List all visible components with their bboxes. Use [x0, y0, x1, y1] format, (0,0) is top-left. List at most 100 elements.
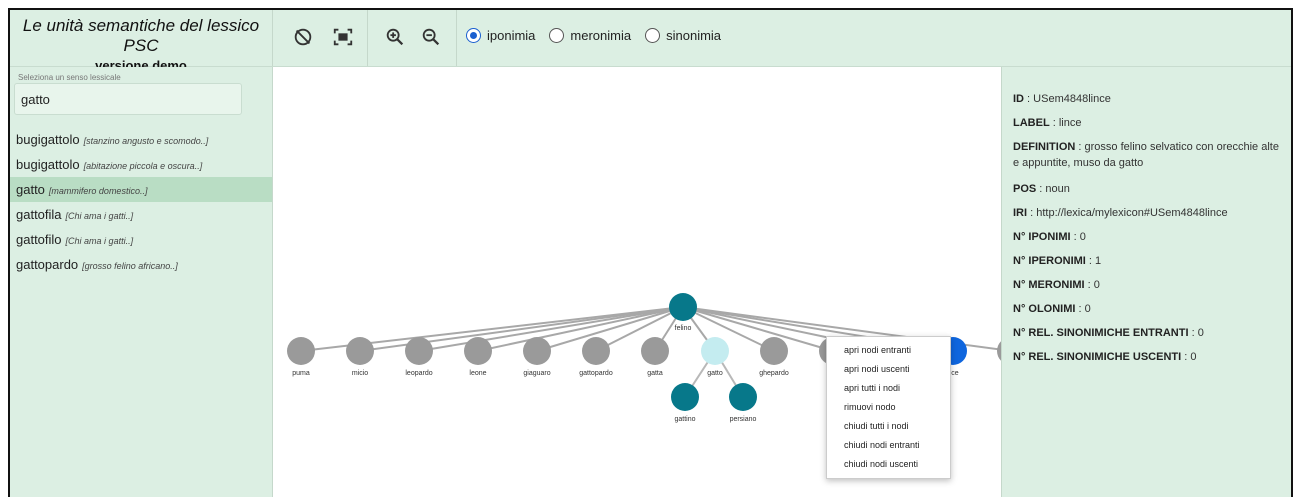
context-menu-item[interactable]: chiudi nodi entranti [827, 436, 950, 455]
detail-separator: : [1024, 93, 1034, 105]
graph-node-label: gatta [647, 370, 663, 377]
graph-node-label: micio [352, 370, 368, 377]
context-menu-item[interactable]: rimuovi nodo [827, 398, 950, 417]
detail-value: noun [1045, 183, 1070, 195]
sense-item[interactable]: gatto [mammifero domestico..] [10, 177, 272, 202]
detail-value: 0 [1197, 327, 1204, 339]
search-label: Seleziona un senso lessicale [18, 73, 121, 82]
detail-row: IRI : http://lexica/mylexicon#USem4848li… [1013, 205, 1283, 221]
toolbar-divider [456, 10, 457, 66]
graph-node-label: felino [675, 325, 692, 332]
context-menu-item[interactable]: apri nodi uscenti [827, 360, 950, 379]
detail-separator: : [1181, 351, 1191, 363]
graph-node[interactable] [641, 337, 669, 365]
graph-node-label: persiano [730, 416, 757, 423]
sense-panel: Seleziona un senso lessicale gatto bugig… [10, 67, 273, 497]
graph-node[interactable] [760, 337, 788, 365]
radio-label: sinonimia [666, 28, 722, 43]
detail-key: N° IPONIMI [1013, 231, 1071, 243]
graph-node-label: gattino [674, 416, 695, 423]
detail-row: N° REL. SINONIMICHE ENTRANTI : 0 [1013, 325, 1283, 341]
detail-key: POS [1013, 183, 1037, 195]
detail-row: DEFINITION : grosso felino selvatico con… [1013, 139, 1283, 171]
detail-value: 0 [1084, 303, 1091, 315]
graph-node-label: puma [292, 370, 310, 377]
detail-key: ID [1013, 93, 1024, 105]
sense-item[interactable]: gattofila [Chi ama i gatti..] [10, 202, 272, 227]
detail-separator: : [1070, 231, 1080, 243]
radio-iponimia[interactable]: iponimia [466, 28, 535, 43]
graph-node[interactable] [701, 337, 729, 365]
detail-row: N° IPERONIMI : 1 [1013, 253, 1283, 269]
graph-node-felino[interactable] [669, 293, 697, 321]
fit-screen-button[interactable] [326, 20, 360, 54]
toolbar-divider [367, 10, 368, 66]
toolbar: Le unità semantiche del lessico PSC vers… [10, 10, 1291, 73]
context-menu-item[interactable]: apri tutti i nodi [827, 379, 950, 398]
reset-icon [294, 28, 312, 46]
detail-value: 0 [1079, 231, 1086, 243]
detail-row: POS : noun [1013, 181, 1283, 197]
radio-button[interactable] [645, 28, 661, 43]
sense-lemma: gattofilo [16, 232, 62, 247]
graph-node[interactable] [671, 383, 699, 411]
sense-item[interactable]: gattofilo [Chi ama i gatti..] [10, 227, 272, 252]
detail-separator: : [1027, 207, 1037, 219]
detail-separator: : [1049, 117, 1059, 129]
detail-value: 0 [1190, 351, 1197, 363]
detail-separator: : [1075, 303, 1085, 315]
zoom-out-button[interactable] [414, 20, 448, 54]
graph-node-label: giaguaro [523, 370, 550, 377]
radio-sinonimia[interactable]: sinonimia [645, 28, 721, 43]
radio-label: meronimia [570, 28, 632, 43]
graph-node[interactable] [464, 337, 492, 365]
sense-item[interactable]: bugigattolo [stanzino angusto e scomodo..… [10, 127, 272, 152]
sense-search-input[interactable]: gatto [14, 83, 242, 115]
detail-separator: : [1188, 327, 1198, 339]
zoom-in-button[interactable] [378, 20, 412, 54]
sense-gloss: [grosso felino africano..] [82, 261, 178, 271]
radio-button[interactable] [549, 28, 565, 43]
detail-key: N° MERONIMI [1013, 279, 1085, 291]
detail-value: http://lexica/mylexicon#USem4848lince [1036, 207, 1228, 219]
graph-node[interactable] [346, 337, 374, 365]
sense-list: bugigattolo [stanzino angusto e scomodo..… [10, 127, 272, 277]
sense-item[interactable]: gattopardo [grosso felino africano..] [10, 252, 272, 277]
detail-separator: : [1084, 279, 1094, 291]
context-menu: apri nodi entranti apri nodi uscenti apri … [826, 336, 951, 479]
detail-row: ID : USem4848lince [1013, 91, 1283, 107]
sense-item[interactable]: bugigattolo [abitazione piccola e oscura.… [10, 152, 272, 177]
detail-separator: : [1075, 141, 1085, 153]
graph-node-label: gattopardo [579, 370, 613, 377]
context-menu-item[interactable]: chiudi tutti i nodi [827, 417, 950, 436]
graph-node-label: leopardo [405, 370, 432, 377]
graph-node[interactable] [287, 337, 315, 365]
fit-screen-icon [333, 28, 353, 46]
detail-row: N° REL. SINONIMICHE USCENTI : 0 [1013, 349, 1283, 365]
graph-node-label: gatto [707, 370, 723, 377]
reset-button[interactable] [286, 20, 320, 54]
context-menu-item[interactable]: apri nodi entranti [827, 341, 950, 360]
detail-row: N° IPONIMI : 0 [1013, 229, 1283, 245]
graph-node[interactable] [405, 337, 433, 365]
radio-button-checked[interactable] [466, 28, 481, 43]
graph-node[interactable] [523, 337, 551, 365]
radio-meronimia[interactable]: meronimia [549, 28, 631, 43]
sense-gloss: [Chi ama i gatti..] [65, 236, 134, 246]
detail-row: N° OLONIMI : 0 [1013, 301, 1283, 317]
sense-lemma: gattopardo [16, 257, 79, 272]
sense-gloss: [stanzino angusto e scomodo..] [83, 136, 209, 146]
graph-node[interactable] [729, 383, 757, 411]
radio-label: iponimia [487, 28, 536, 43]
detail-row: LABEL : lince [1013, 115, 1283, 131]
graph-node[interactable] [582, 337, 610, 365]
graph-canvas[interactable]: felino puma micio leopardo leone giaguaro gatt… [273, 67, 1001, 497]
detail-value: lince [1058, 117, 1082, 129]
app-title-block: Le unità semantiche del lessico PSC vers… [10, 10, 273, 73]
detail-key: N° OLONIMI [1013, 303, 1076, 315]
detail-value: USem4848lince [1033, 93, 1111, 105]
graph-node-label: leone [469, 370, 486, 377]
context-menu-item[interactable]: chiudi nodi uscenti [827, 455, 950, 474]
app-title: Le unità semantiche del lessico PSC [22, 16, 260, 55]
detail-value: 0 [1093, 279, 1100, 291]
